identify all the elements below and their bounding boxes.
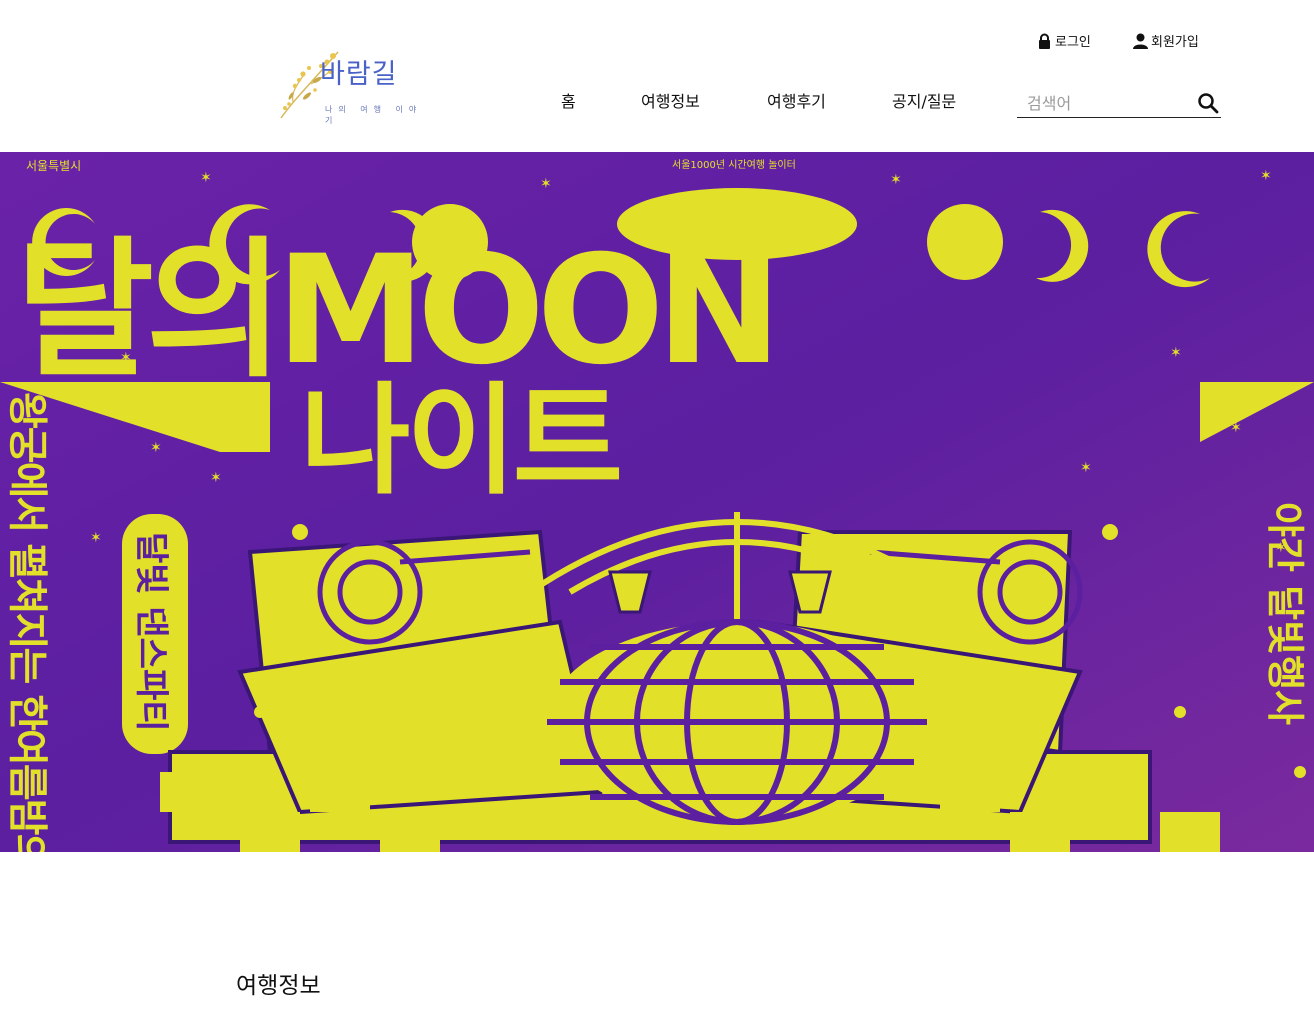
nav-travel-info[interactable]: 여행정보	[641, 88, 700, 112]
banner-left-vertical-text: 왕궁에서 펼쳐지는 한여름밤의 파티	[4, 392, 50, 852]
svg-text:✶: ✶	[1260, 168, 1272, 184]
banner-badge-text: 달빛 댄스파티	[131, 532, 171, 732]
hero-banner[interactable]: 서울특별시 서울1000년 시간여행 놀이터 ✶✶✶ ✶✶✶ ✶✶✶ ✶✶✶ ✶…	[0, 152, 1314, 852]
login-link[interactable]: 로그인	[1037, 31, 1091, 50]
logo-subtitle: 나의 여행 이야기	[325, 105, 423, 125]
site-logo[interactable]: 바람길 나의 여행 이야기	[273, 46, 433, 125]
svg-text:✶: ✶	[890, 172, 902, 188]
svg-text:✶: ✶	[1080, 460, 1092, 476]
nav-travel-review[interactable]: 여행후기	[767, 88, 826, 112]
user-icon	[1133, 33, 1148, 49]
lock-icon	[1039, 33, 1050, 49]
svg-text:✶: ✶	[200, 170, 212, 186]
svg-text:✶: ✶	[90, 530, 102, 546]
nav-notice-qna[interactable]: 공지/질문	[892, 88, 956, 112]
svg-text:✶: ✶	[1170, 345, 1182, 361]
banner-right-vertical-text: 야간 달빛행사	[1263, 502, 1307, 725]
svg-text:✶: ✶	[210, 470, 222, 486]
section-title: 여행정보	[236, 973, 321, 999]
banner-top-center-text: 서울1000년 시간여행 놀이터	[672, 159, 796, 171]
nav-home[interactable]: 홈	[561, 88, 576, 112]
signup-link[interactable]: 회원가입	[1133, 31, 1199, 50]
search-input[interactable]	[1027, 91, 1187, 115]
logo-title: 바람길	[320, 59, 398, 90]
svg-text:✶: ✶	[150, 440, 162, 456]
search-bar	[1017, 87, 1221, 118]
signup-label: 회원가입	[1151, 35, 1199, 50]
svg-text:✶: ✶	[540, 176, 552, 192]
search-button[interactable]	[1197, 92, 1219, 114]
festival-poster-image: 서울특별시 서울1000년 시간여행 놀이터 ✶✶✶ ✶✶✶ ✶✶✶ ✶✶✶ ✶…	[0, 152, 1314, 852]
login-label: 로그인	[1055, 35, 1091, 50]
banner-org-text: 서울특별시	[26, 159, 81, 173]
banner-headline-2: 나이트	[300, 372, 620, 511]
search-icon	[1198, 93, 1219, 114]
